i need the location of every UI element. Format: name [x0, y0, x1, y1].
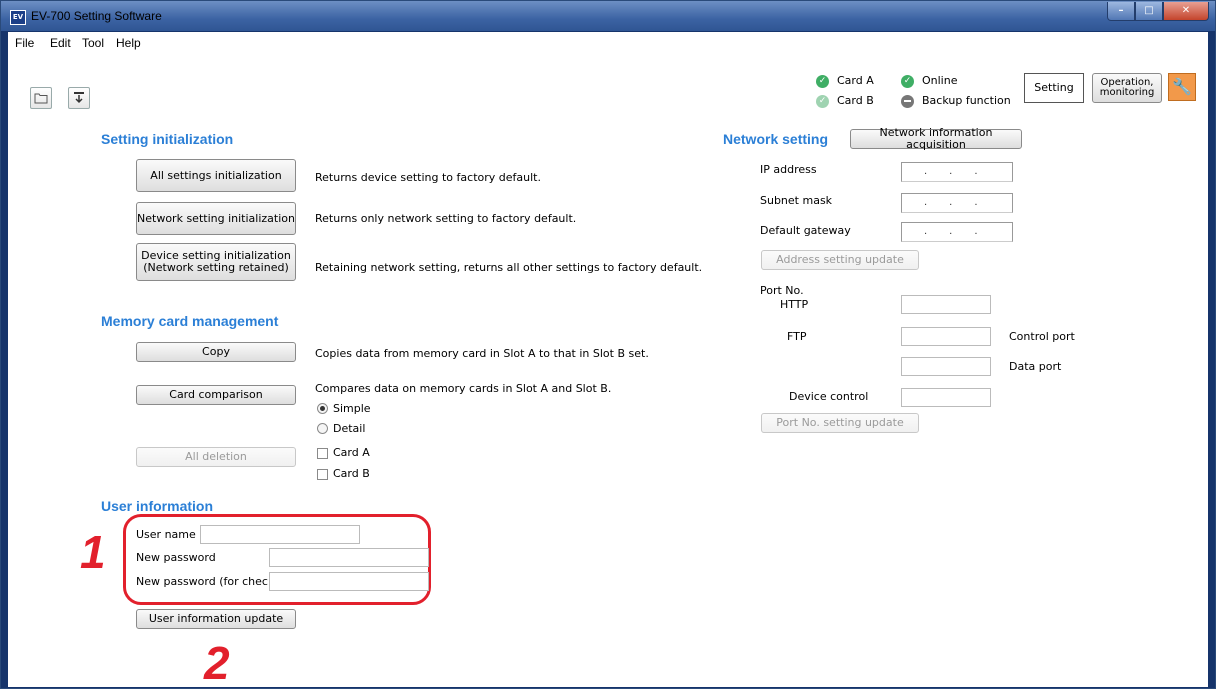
window-title: EV-700 Setting Software — [31, 9, 162, 23]
maximize-button[interactable]: □ — [1135, 2, 1163, 21]
setting-initialization-heading: Setting initialization — [101, 131, 234, 147]
address-setting-update-button[interactable]: Address setting update — [761, 250, 919, 270]
http-port-input[interactable] — [901, 295, 991, 314]
minimize-button[interactable]: – — [1107, 2, 1135, 21]
user-name-label: User name — [136, 528, 196, 541]
menu-tool[interactable]: Tool — [82, 36, 104, 50]
simple-label: Simple — [333, 402, 371, 415]
card-comparison-desc: Compares data on memory cards in Slot A … — [315, 382, 612, 395]
online-status: Online — [922, 74, 958, 87]
menu-help[interactable]: Help — [116, 36, 141, 50]
all-settings-init-button[interactable]: All settings initialization — [136, 159, 296, 192]
card-b-checkbox[interactable] — [317, 469, 328, 480]
ftp-control-port-input[interactable] — [901, 327, 991, 346]
ip-address-input[interactable]: ... — [901, 162, 1013, 182]
app-window: EV EV-700 Setting Software – □ ✕ File Ed… — [0, 0, 1216, 689]
card-b-status-icon: ✓ — [816, 95, 829, 108]
subnet-mask-input[interactable]: ... — [901, 193, 1013, 213]
annotation-number-1: 1 — [80, 526, 106, 578]
port-setting-update-button[interactable]: Port No. setting update — [761, 413, 919, 433]
client-area: File Edit Tool Help ✓ Card A ✓ Card B ✓ … — [8, 32, 1208, 689]
network-setting-init-desc: Returns only network setting to factory … — [315, 212, 577, 225]
data-port-label: Data port — [1009, 360, 1062, 373]
app-icon: EV — [10, 10, 26, 25]
wrench-icon[interactable]: 🔧 — [1168, 73, 1196, 101]
memory-card-heading: Memory card management — [101, 313, 279, 329]
card-b-status: Card B — [837, 94, 874, 107]
ip-address-label: IP address — [760, 163, 817, 176]
folder-icon — [34, 93, 48, 104]
device-control-port-input[interactable] — [901, 388, 991, 407]
new-password-label: New password — [136, 551, 216, 564]
device-control-label: Device control — [789, 390, 869, 403]
device-setting-init-button[interactable]: Device setting initialization (Network s… — [136, 243, 296, 281]
user-information-update-button[interactable]: User information update — [136, 609, 296, 629]
card-comparison-button[interactable]: Card comparison — [136, 385, 296, 405]
default-gateway-input[interactable]: ... — [901, 222, 1013, 242]
new-password-check-input[interactable] — [269, 572, 429, 591]
setting-tab[interactable]: Setting — [1024, 73, 1084, 103]
copy-desc: Copies data from memory card in Slot A t… — [315, 347, 649, 360]
ftp-label: FTP — [787, 330, 807, 343]
menu-file[interactable]: File — [15, 36, 34, 50]
open-folder-button[interactable] — [30, 87, 52, 109]
close-button[interactable]: ✕ — [1163, 2, 1209, 21]
detail-label: Detail — [333, 422, 366, 435]
annotation-number-2: 2 — [204, 637, 230, 689]
port-no-label: Port No. — [760, 284, 804, 297]
download-icon — [74, 92, 84, 104]
default-gateway-label: Default gateway — [760, 224, 851, 237]
network-setting-heading: Network setting — [723, 131, 829, 147]
card-b-checkbox-label: Card B — [333, 467, 370, 480]
copy-button[interactable]: Copy — [136, 342, 296, 362]
all-deletion-button[interactable]: All deletion — [136, 447, 296, 467]
control-port-label: Control port — [1009, 330, 1075, 343]
download-button[interactable] — [68, 87, 90, 109]
title-bar[interactable]: EV EV-700 Setting Software – □ ✕ — [1, 1, 1215, 31]
subnet-mask-label: Subnet mask — [760, 194, 833, 207]
user-name-input[interactable] — [200, 525, 360, 544]
simple-radio[interactable] — [317, 403, 328, 414]
user-information-heading: User information — [101, 498, 214, 514]
card-a-checkbox-label: Card A — [333, 446, 370, 459]
card-a-checkbox[interactable] — [317, 448, 328, 459]
menu-bar: File Edit Tool Help — [8, 32, 1208, 54]
network-setting-init-button[interactable]: Network setting initialization — [136, 202, 296, 235]
card-a-status: Card A — [837, 74, 874, 87]
network-info-acquisition-button[interactable]: Network information acquisition — [850, 127, 1022, 151]
ftp-data-port-input[interactable] — [901, 357, 991, 376]
online-status-icon: ✓ — [901, 75, 914, 88]
device-setting-init-desc: Retaining network setting, returns all o… — [315, 261, 703, 274]
backup-status-icon — [901, 95, 914, 108]
menu-edit[interactable]: Edit — [50, 36, 71, 50]
http-label: HTTP — [780, 298, 809, 311]
operation-monitoring-tab[interactable]: Operation, monitoring — [1092, 73, 1162, 103]
window-controls: – □ ✕ — [1107, 2, 1209, 21]
new-password-input[interactable] — [269, 548, 429, 567]
card-a-status-icon: ✓ — [816, 75, 829, 88]
new-password-check-label: New password (for check) — [136, 575, 279, 588]
all-settings-init-desc: Returns device setting to factory defaul… — [315, 171, 541, 184]
detail-radio[interactable] — [317, 423, 328, 434]
backup-status: Backup function — [922, 94, 1011, 107]
